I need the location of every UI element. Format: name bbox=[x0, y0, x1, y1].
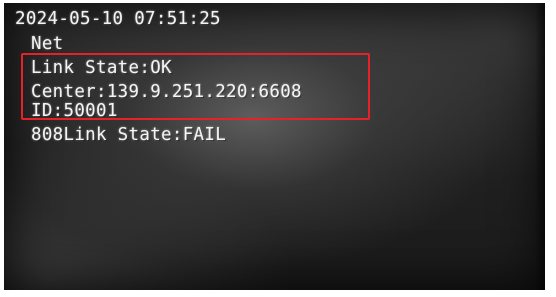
highlight-annotation-box bbox=[21, 53, 370, 120]
osd-timestamp: 2024-05-10 07:51:25 bbox=[15, 9, 221, 29]
camera-video-frame: 2024-05-10 07:51:25 Net Link State:OK Ce… bbox=[4, 3, 545, 290]
osd-808-link-state: 808Link State:FAIL bbox=[31, 125, 227, 145]
osd-section-title: Net bbox=[31, 34, 64, 54]
